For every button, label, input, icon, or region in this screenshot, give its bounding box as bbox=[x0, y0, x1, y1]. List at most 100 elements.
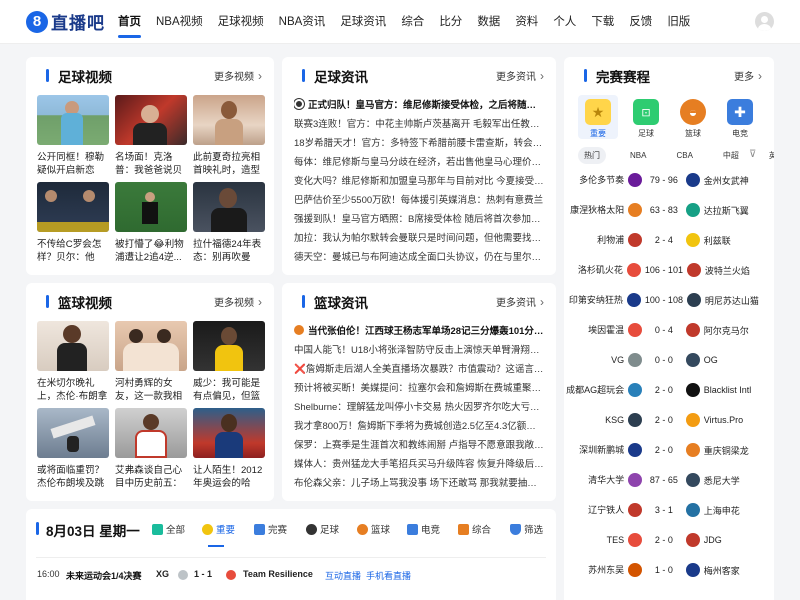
video-caption[interactable]: 公开同框！穆勒疑似开启新恋情，... bbox=[37, 151, 109, 177]
video-caption[interactable]: 在米切尔晚礼上，杰伦·布朗拿手... bbox=[37, 377, 109, 403]
video-caption[interactable]: 艾弗森谈自己心目中历史前五：乔... bbox=[115, 464, 187, 490]
filter-tab-all[interactable]: 全部 bbox=[152, 522, 185, 536]
match-row[interactable]: 苏州东吴 1 - 0 梅州客家 bbox=[564, 555, 762, 585]
video-thumbnail[interactable] bbox=[37, 321, 109, 371]
video-caption[interactable]: 不传给C罗会怎样？贝尔：他确... bbox=[37, 238, 109, 264]
news-headline[interactable]: 当代张伯伦！江西球王杨志军单场28记三分爆轰101分上演... bbox=[294, 323, 544, 337]
more-schedule-link[interactable]: 更多 bbox=[734, 68, 762, 83]
video-caption[interactable]: 让人陌生！2012年奥运会的哈登... bbox=[193, 464, 265, 490]
match-row[interactable]: 康涅狄格太阳 63 - 83 达拉斯飞翼 bbox=[564, 195, 762, 225]
news-item[interactable]: 巴萨估价至少5500万欧！每体援引英媒消息：热刺有意费兰 bbox=[294, 192, 544, 206]
nav-item-home[interactable]: 首页 bbox=[118, 13, 141, 38]
match-row[interactable]: 深圳新鹏城 2 - 0 重庆铜梁龙 bbox=[564, 435, 762, 465]
nav-item-general[interactable]: 综合 bbox=[401, 13, 424, 29]
tab-epl[interactable]: 英超 bbox=[763, 147, 774, 164]
tab-cba[interactable]: CBA bbox=[670, 148, 698, 163]
video-thumbnail[interactable] bbox=[193, 182, 265, 232]
user-avatar-icon[interactable] bbox=[755, 12, 774, 31]
nav-item-scores[interactable]: 比分 bbox=[439, 13, 462, 29]
category-football[interactable]: ⊡ 足球 bbox=[627, 99, 665, 139]
match-row[interactable]: VG 0 - 0 OG bbox=[564, 345, 762, 375]
filter-tab-finished[interactable]: 完赛 bbox=[254, 522, 287, 536]
news-item[interactable]: 媒体人：贵州猛龙大手笔招兵买马升级阵容 恢复升降级后值得... bbox=[294, 456, 544, 470]
more-videos-link[interactable]: 更多视频 bbox=[214, 294, 262, 309]
more-news-link[interactable]: 更多资讯 bbox=[496, 294, 544, 309]
match-row[interactable]: 辽宁铁人 3 - 1 上海申花 bbox=[564, 495, 762, 525]
match-row[interactable]: 清华大学 87 - 65 悉尼大学 bbox=[564, 465, 762, 495]
video-caption[interactable]: 威少：我可能是有点偏见，但篮球... bbox=[193, 377, 265, 403]
video-thumbnail[interactable] bbox=[37, 95, 109, 145]
nav-item-football-video[interactable]: 足球视频 bbox=[218, 13, 264, 29]
match-row[interactable]: 多伦多节奏 79 - 96 金州女武神 bbox=[564, 165, 762, 195]
news-item[interactable]: 中国人能飞！U18小将张泽智防守反击上演惊天单臂滑翔扣！ bbox=[294, 342, 544, 356]
video-caption[interactable]: 名场面！克洛普：我爸爸说贝利是... bbox=[115, 151, 187, 177]
video-caption[interactable]: 被打懵了😂利物浦遭让2追4逆... bbox=[115, 238, 187, 264]
filter-tab-filter[interactable]: 筛选 bbox=[510, 522, 543, 536]
news-item[interactable]: 保罗：上赛季是生涯首次和教练闹掰 卢指导不愿意跟我敞开了聊 bbox=[294, 437, 544, 451]
tab-csl[interactable]: 中超 bbox=[717, 147, 745, 164]
mobile-live-link[interactable]: 手机看直播 bbox=[366, 569, 411, 582]
news-item[interactable]: ❌詹姆斯走后湖人全美直播场次暴跌？市值震动？这谣言太扯！ bbox=[294, 361, 544, 375]
video-thumbnail[interactable] bbox=[115, 321, 187, 371]
news-item[interactable]: 联赛3连败！官方：中花主帅斯卢茨基离开 毛毅军出任教练组... bbox=[294, 116, 544, 130]
match-row[interactable]: 洛杉矶火花 106 - 101 波特兰火焰 bbox=[564, 255, 762, 285]
video-thumbnail[interactable] bbox=[193, 95, 265, 145]
match-row[interactable]: TES 2 - 0 JDG bbox=[564, 525, 762, 555]
filter-icon[interactable]: ⊽ bbox=[749, 149, 756, 160]
more-videos-link[interactable]: 更多视频 bbox=[214, 68, 262, 83]
video-caption[interactable]: 拉什福德24年表态：别再吹曼联... bbox=[193, 238, 265, 264]
news-item[interactable]: 每体：维尼修斯与皇马分歧在经济，若出售他皇马心理价位1.7... bbox=[294, 154, 544, 168]
video-thumbnail[interactable] bbox=[115, 182, 187, 232]
filter-tab-football[interactable]: 足球 bbox=[306, 522, 339, 536]
interactive-live-link[interactable]: 互动直播 bbox=[325, 569, 361, 582]
filter-tab-basketball[interactable]: 篮球 bbox=[357, 522, 390, 536]
tab-hot[interactable]: 热门 bbox=[578, 146, 606, 164]
match-row[interactable]: 埃因霍温 0 - 4 阿尔克马尔 bbox=[564, 315, 762, 345]
nav-item-data[interactable]: 数据 bbox=[477, 13, 500, 29]
video-thumbnail[interactable] bbox=[115, 408, 187, 458]
category-basketball[interactable]: ◒ 篮球 bbox=[674, 99, 712, 139]
team-logo-icon bbox=[685, 563, 700, 577]
nav-item-feedback[interactable]: 反馈 bbox=[629, 13, 652, 29]
nav-item-old-version[interactable]: 旧版 bbox=[667, 13, 690, 29]
match-row[interactable]: 印第安纳狂热 100 - 108 明尼苏达山猫 bbox=[564, 285, 762, 315]
video-caption[interactable]: 或将面临重罚？杰伦布朗埃及跳伞... bbox=[37, 464, 109, 490]
match-row[interactable]: 成都AG超玩会 2 - 0 Blacklist Intl bbox=[564, 375, 762, 405]
video-thumbnail[interactable] bbox=[115, 95, 187, 145]
site-logo[interactable]: 8 直播吧 bbox=[26, 9, 105, 34]
news-item[interactable]: 德天空：曼城已与布阿迪达成全面口头协议，仍在与里尔谈判 bbox=[294, 249, 544, 263]
tab-nba[interactable]: NBA bbox=[624, 148, 652, 163]
video-thumbnail[interactable] bbox=[193, 408, 265, 458]
team-logo-icon bbox=[178, 570, 188, 580]
video-caption[interactable]: 河村勇辉的女友，这一款我相信没... bbox=[115, 377, 187, 403]
match-row[interactable]: KSG 2 - 0 Virtus.Pro bbox=[564, 405, 762, 435]
video-thumbnail[interactable] bbox=[193, 321, 265, 371]
nav-item-download[interactable]: 下载 bbox=[591, 13, 614, 29]
more-news-link[interactable]: 更多资讯 bbox=[496, 68, 544, 83]
match-row[interactable]: 利物浦 2 - 4 利兹联 bbox=[564, 225, 762, 255]
nav-item-nba-news[interactable]: NBA资讯 bbox=[279, 13, 326, 29]
news-item[interactable]: 强援到队！皇马官方晒照：B席接受体检 随后将首次参加穆帅... bbox=[294, 211, 544, 225]
category-important[interactable]: ★ 重要 bbox=[579, 99, 617, 139]
category-esports[interactable]: ✚ 电竞 bbox=[721, 99, 759, 139]
news-item[interactable]: 变化大吗？维尼修斯和加盟皇马那年与目前对比 今夏接受整形... bbox=[294, 173, 544, 187]
video-caption[interactable]: 此前夏奇拉亮相首映礼时，造型师... bbox=[193, 151, 265, 177]
news-item[interactable]: 18岁希腊天才！官方：多特签下希腊前腰卡雷查斯，转会费33... bbox=[294, 135, 544, 149]
news-headline[interactable]: 正式归队！皇马官方：维尼修斯接受体检，之后将随队季... bbox=[294, 97, 544, 111]
news-item[interactable]: 预计将被买断！美媒提问：拉塞尔会和詹姆斯在费城重聚吗？ bbox=[294, 380, 544, 394]
nav-item-football-news[interactable]: 足球资讯 bbox=[340, 13, 386, 29]
news-item[interactable]: 布伦森父亲：儿子场上骂我没事 场下还敢骂 那我就要抽出皮... bbox=[294, 475, 544, 489]
news-item[interactable]: Shelburne：理解猛龙叫停小卡交易 热火因罗齐尔吃大亏是前... bbox=[294, 399, 544, 413]
nav-item-info[interactable]: 资料 bbox=[515, 13, 538, 29]
live-match-row[interactable]: 16:00 未来运动会1/4决赛 XG 1 - 1 Team Resilienc… bbox=[36, 569, 546, 583]
filter-tab-important[interactable]: 重要 bbox=[202, 522, 235, 536]
top-navbar: 8 直播吧 首页 NBA视频 足球视频 NBA资讯 足球资讯 综合 比分 数据 … bbox=[0, 0, 800, 44]
video-thumbnail[interactable] bbox=[37, 408, 109, 458]
filter-tab-general[interactable]: 综合 bbox=[458, 522, 491, 536]
nav-item-personal[interactable]: 个人 bbox=[553, 13, 576, 29]
nav-item-nba-video[interactable]: NBA视频 bbox=[156, 13, 203, 29]
news-item[interactable]: 我才拿800万！詹姆斯下季将为费城创造2.5亿至4.3亿额外经... bbox=[294, 418, 544, 432]
news-item[interactable]: 加拉：我认为帕尔默转会曼联只是时间问题，但他需要找回跑... bbox=[294, 230, 544, 244]
filter-tab-esports[interactable]: 电竞 bbox=[407, 522, 440, 536]
video-thumbnail[interactable] bbox=[37, 182, 109, 232]
